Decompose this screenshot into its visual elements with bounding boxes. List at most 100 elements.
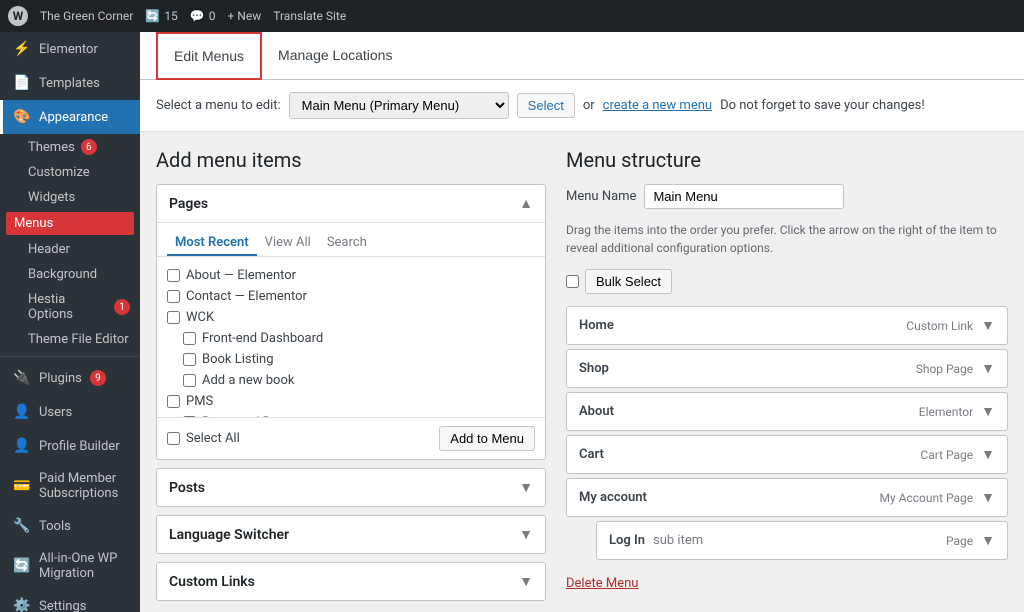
menu-item-login[interactable]: Log In sub item Page ▼ [596,521,1008,560]
checkbox-password-reset[interactable] [183,416,196,417]
label-book-listing: Book Listing [202,352,274,367]
language-switcher-title: Language Switcher [169,527,289,543]
label-add-book: Add a new book [202,373,294,388]
customize-label: Customize [28,165,90,180]
sidebar-item-templates[interactable]: 📄 Templates [0,66,140,100]
templates-icon: 📄 [13,74,31,92]
checkbox-frontend-dashboard[interactable] [183,332,196,345]
pages-checklist: About — Elementor Contact — Elementor WC… [157,257,545,417]
checkbox-pms[interactable] [167,395,180,408]
cart-type: Cart Page [920,448,973,462]
menu-item-home[interactable]: Home Custom Link ▼ [566,306,1008,345]
bulk-select-checkbox[interactable] [566,275,579,288]
elementor-icon: ⚡ [13,40,31,58]
delete-menu-link[interactable]: Delete Menu [566,576,638,591]
inner-tabs: Most Recent View All Search [157,223,545,257]
sidebar-item-paid-member[interactable]: 💳 Paid Member Subscriptions [0,463,140,509]
check-add-book[interactable]: Add a new book [167,370,535,391]
check-book-listing[interactable]: Book Listing [167,349,535,370]
sidebar-item-appearance[interactable]: 🎨 Appearance [0,100,140,134]
plugins-icon: 🔌 [13,369,31,387]
check-frontend-dashboard[interactable]: Front-end Dashboard [167,328,535,349]
sidebar-subitem-background[interactable]: Background [0,262,140,287]
custom-links-accordion: Custom Links ▼ [156,562,546,601]
content-area: Edit Menus Manage Locations Select a men… [140,32,1024,612]
select-all-item[interactable]: Select All [167,428,240,449]
sidebar-label-settings: Settings [39,599,86,612]
home-chevron-icon[interactable]: ▼ [981,317,995,334]
tab-most-recent[interactable]: Most Recent [167,231,257,256]
label-password-reset: Password Reset [202,415,295,417]
sidebar-item-tools[interactable]: 🔧 Tools [0,509,140,543]
sidebar-label-users: Users [39,405,72,420]
menu-structure-heading: Menu structure [566,148,1008,172]
sidebar-subitem-widgets[interactable]: Widgets [0,185,140,210]
site-name-item[interactable]: The Green Corner [40,9,133,23]
menu-item-cart[interactable]: Cart Cart Page ▼ [566,435,1008,474]
sidebar-item-plugins[interactable]: 🔌 Plugins 9 [0,361,140,395]
menu-select-bar: Select a menu to edit: Main Menu (Primar… [140,80,1024,132]
checkbox-wck[interactable] [167,311,180,324]
checkbox-book-listing[interactable] [183,353,196,366]
sidebar-subitem-hestia[interactable]: Hestia Options 1 [0,287,140,327]
sidebar-subitem-menus[interactable]: Menus [6,212,134,235]
cart-chevron-icon[interactable]: ▼ [981,446,995,463]
sidebar-item-all-in-one[interactable]: 🔄 All-in-One WP Migration [0,543,140,589]
myaccount-chevron-icon[interactable]: ▼ [981,489,995,506]
menu-item-cart-left: Cart [579,447,604,462]
menus-label: Menus [14,216,53,231]
check-wck[interactable]: WCK [167,307,535,328]
new-item[interactable]: + New [228,9,262,23]
custom-links-title: Custom Links [169,574,255,590]
language-switcher-header[interactable]: Language Switcher ▼ [157,516,545,553]
menu-name-input[interactable] [644,184,844,209]
bulk-select-button[interactable]: Bulk Select [585,269,672,294]
sidebar-item-settings[interactable]: ⚙️ Settings [0,589,140,612]
translate-item[interactable]: Translate Site [273,9,346,23]
create-new-menu-link[interactable]: create a new menu [603,98,712,113]
pages-accordion-header[interactable]: Pages ▲ [157,185,545,222]
menu-select[interactable]: Main Menu (Primary Menu) [289,92,509,119]
tab-edit-menus[interactable]: Edit Menus [156,32,262,80]
sidebar-subitem-theme-file[interactable]: Theme File Editor [0,327,140,352]
sidebar-item-elementor[interactable]: ⚡ Elementor [0,32,140,66]
about-chevron-icon[interactable]: ▼ [981,403,995,420]
sidebar-subitem-header[interactable]: Header [0,237,140,262]
menu-item-about-left: About [579,404,614,419]
check-pms[interactable]: PMS [167,391,535,412]
checkbox-contact-elementor[interactable] [167,290,180,303]
menu-item-shop[interactable]: Shop Shop Page ▼ [566,349,1008,388]
comments-icon: 💬 [190,9,205,23]
posts-title: Posts [169,480,205,496]
add-to-menu-button[interactable]: Add to Menu [439,426,535,451]
sidebar-subitem-customize[interactable]: Customize [0,160,140,185]
pages-accordion: Pages ▲ Most Recent View All Search A [156,184,546,460]
settings-icon: ⚙️ [13,597,31,612]
sidebar-item-profile-builder[interactable]: 👤 Profile Builder [0,429,140,463]
select-button[interactable]: Select [517,93,575,118]
tab-view-all[interactable]: View All [257,231,319,256]
tab-manage-locations[interactable]: Manage Locations [262,32,408,80]
custom-links-header[interactable]: Custom Links ▼ [157,563,545,600]
checkbox-add-book[interactable] [183,374,196,387]
wp-logo-item[interactable]: W [8,6,28,26]
sidebar-subitem-themes[interactable]: Themes 6 [0,134,140,160]
sidebar-label-plugins: Plugins [39,371,82,386]
comments-item[interactable]: 💬 0 [190,9,216,23]
myaccount-type: My Account Page [879,491,973,505]
updates-item[interactable]: 🔄 15 [145,9,177,23]
menu-item-myaccount[interactable]: My account My Account Page ▼ [566,478,1008,517]
shop-chevron-icon[interactable]: ▼ [981,360,995,377]
tab-search[interactable]: Search [319,231,375,256]
sidebar-item-users[interactable]: 👤 Users [0,395,140,429]
updates-icon: 🔄 [145,9,160,23]
checkbox-select-all[interactable] [167,432,180,445]
login-chevron-icon[interactable]: ▼ [981,532,995,549]
checkbox-about-elementor[interactable] [167,269,180,282]
menu-item-about[interactable]: About Elementor ▼ [566,392,1008,431]
profile-builder-icon: 👤 [13,437,31,455]
posts-accordion-header[interactable]: Posts ▼ [157,469,545,506]
check-contact-elementor[interactable]: Contact — Elementor [167,286,535,307]
check-about-elementor[interactable]: About — Elementor [167,265,535,286]
menu-item-home-right: Custom Link ▼ [906,317,995,334]
